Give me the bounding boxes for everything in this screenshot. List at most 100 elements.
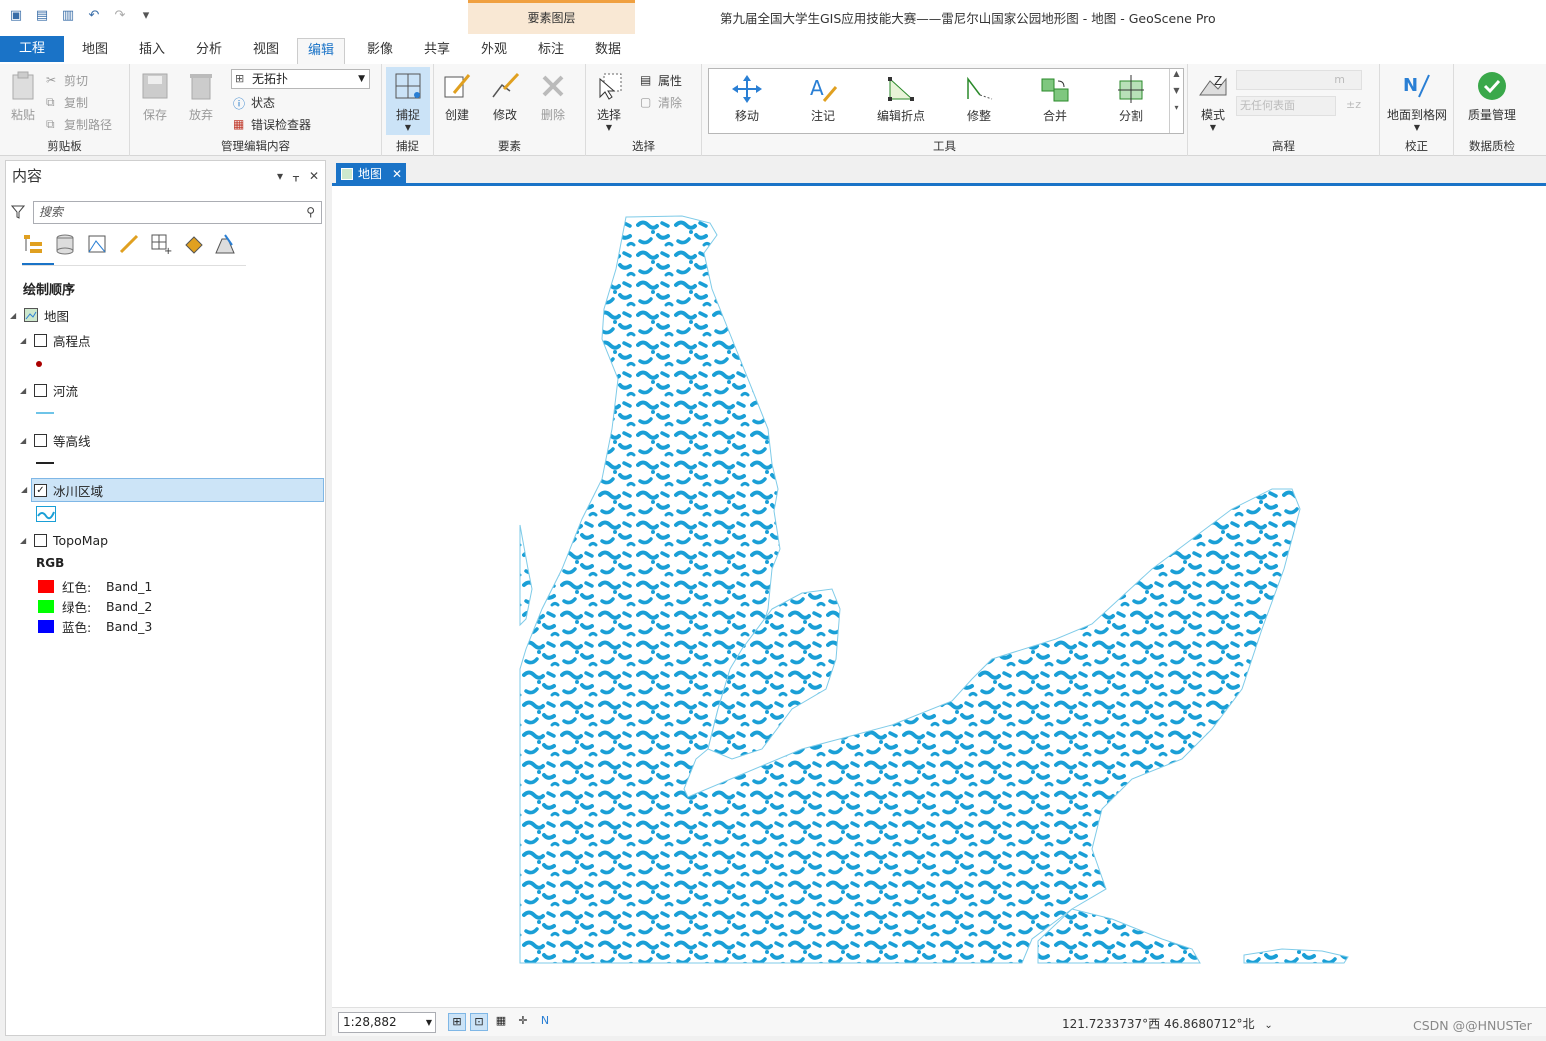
list-by-source-icon[interactable] bbox=[54, 233, 76, 255]
tab-insert[interactable]: 插入 bbox=[129, 38, 175, 64]
filter-icon[interactable] bbox=[11, 205, 25, 219]
topology-dropdown[interactable]: 无拓扑 ▼ ⊞ bbox=[231, 69, 370, 89]
glacier-map[interactable] bbox=[332, 189, 1546, 1007]
tab-data[interactable]: 数据 bbox=[585, 38, 631, 64]
chevron-up-icon[interactable]: ▲ bbox=[1170, 69, 1183, 78]
elevation-value-input[interactable]: m bbox=[1236, 70, 1362, 90]
layer-row[interactable]: ◢ 河流 bbox=[20, 379, 78, 401]
list-by-snapping-icon[interactable]: + bbox=[150, 233, 172, 257]
info-icon: ⓘ bbox=[233, 97, 246, 111]
layer-visibility-checkbox[interactable] bbox=[34, 533, 47, 547]
expand-triangle-icon[interactable]: ◢ bbox=[20, 386, 28, 395]
list-by-perspective-icon[interactable] bbox=[214, 233, 236, 255]
chevron-down-icon: ▼ bbox=[358, 74, 365, 84]
quality-management-button[interactable]: 质量管理 bbox=[1460, 70, 1524, 123]
merge-tool[interactable]: 合并 bbox=[1033, 75, 1077, 124]
crosshair-icon[interactable]: ✛ bbox=[514, 1013, 532, 1031]
layer-visibility-checkbox[interactable] bbox=[34, 383, 47, 397]
paste-button[interactable]: 粘贴 bbox=[0, 70, 46, 123]
surface-dropdown[interactable]: 无任何表面 bbox=[1236, 96, 1336, 116]
gallery-scroll[interactable]: ▲ ▼ ▾ bbox=[1169, 69, 1183, 133]
create-label: 创建 bbox=[444, 108, 469, 122]
tab-project[interactable]: 工程 bbox=[0, 36, 64, 62]
save-project-icon[interactable]: ▥ bbox=[60, 8, 76, 24]
delete-button[interactable]: 删除 bbox=[530, 70, 576, 123]
expand-triangle-icon[interactable]: ◢ bbox=[20, 436, 28, 445]
tab-labeling[interactable]: 标注 bbox=[528, 38, 574, 64]
edit-vertices-tool[interactable]: 编辑折点 bbox=[873, 75, 929, 124]
layer-row[interactable]: ◢ TopoMap bbox=[20, 529, 108, 551]
pane-menu-icon[interactable]: ▾ bbox=[277, 161, 283, 191]
open-project-icon[interactable]: ▤ bbox=[34, 8, 50, 24]
split-tool[interactable]: 分割 bbox=[1109, 75, 1153, 124]
band-row: 红色: Band_1 bbox=[38, 575, 152, 597]
layer-row[interactable]: ◢ 高程点 bbox=[20, 329, 91, 351]
constraints-icon[interactable]: ▦ bbox=[492, 1013, 510, 1031]
pin-icon[interactable]: ᚁ bbox=[293, 161, 299, 191]
glacier-polygons[interactable] bbox=[519, 215, 1349, 964]
scale-dropdown[interactable]: 1:28,882 ▼ bbox=[338, 1012, 436, 1033]
map-icon bbox=[24, 308, 38, 322]
tab-imagery[interactable]: 影像 bbox=[357, 38, 403, 64]
chevron-down-icon[interactable]: ▼ bbox=[1170, 86, 1183, 95]
discard-edits-button[interactable]: 放弃 bbox=[178, 70, 224, 123]
chevron-down-icon[interactable]: ⌄ bbox=[1264, 1020, 1272, 1031]
expand-triangle-icon[interactable]: ◢ bbox=[20, 536, 28, 545]
undo-icon[interactable]: ↶ bbox=[86, 8, 102, 24]
cut-button[interactable]: ✂ 剪切 bbox=[46, 70, 88, 90]
status-button[interactable]: ⓘ 状态 bbox=[233, 92, 275, 112]
tab-map[interactable]: 地图 bbox=[72, 38, 118, 64]
tab-analysis[interactable]: 分析 bbox=[186, 38, 232, 64]
tab-view[interactable]: 视图 bbox=[243, 38, 289, 64]
create-button[interactable]: 创建 bbox=[434, 70, 480, 123]
reshape-tool[interactable]: 修整 bbox=[957, 75, 1001, 124]
list-by-selection-icon[interactable] bbox=[86, 233, 108, 255]
customize-qat-icon[interactable]: ▾ bbox=[138, 8, 154, 24]
layer-row[interactable]: ◢ 等高线 bbox=[20, 429, 91, 451]
clear-selection-button[interactable]: ▢ 清除 bbox=[640, 92, 682, 112]
group-elevation: Z 模式 ▼ m 无任何表面 ±z 高程 bbox=[1188, 64, 1380, 156]
snapping-toggle-icon[interactable]: ⊞ bbox=[448, 1013, 466, 1031]
map-tab[interactable]: 地图 ✕ bbox=[336, 163, 406, 186]
map-canvas[interactable] bbox=[332, 189, 1546, 1007]
attributes-button[interactable]: ▤ 属性 bbox=[640, 70, 682, 90]
expand-triangle-icon[interactable]: ◢ bbox=[20, 336, 28, 345]
expand-triangle-icon[interactable]: ◢ bbox=[10, 311, 18, 320]
layer-row-selected[interactable]: ✓ 冰川区域 bbox=[31, 478, 324, 502]
set-z-icon[interactable]: ±z bbox=[1346, 98, 1361, 111]
error-inspector-button[interactable]: ▦ 错误检查器 bbox=[233, 114, 311, 134]
chevron-down-icon[interactable]: ▼ bbox=[426, 1013, 432, 1032]
save-edits-button[interactable]: 保存 bbox=[132, 70, 178, 123]
copy-path-button[interactable]: ⧉ 复制路径 bbox=[46, 114, 112, 134]
list-by-editing-icon[interactable] bbox=[118, 233, 140, 255]
contents-search-input[interactable]: 搜索 ⚲ bbox=[33, 201, 322, 224]
modify-button[interactable]: 修改 bbox=[482, 70, 528, 123]
snapping-button[interactable]: 捕捉 ▼ bbox=[386, 67, 430, 135]
grid-toggle-icon[interactable]: ⊡ bbox=[470, 1013, 488, 1031]
move-tool[interactable]: 移动 bbox=[725, 75, 769, 124]
close-icon[interactable]: ✕ bbox=[392, 163, 402, 185]
list-by-drawing-order-icon[interactable] bbox=[22, 233, 44, 255]
select-button[interactable]: 选择 ▼ bbox=[586, 70, 632, 132]
layer-visibility-checkbox[interactable] bbox=[34, 333, 47, 347]
tab-share[interactable]: 共享 bbox=[414, 38, 460, 64]
copy-button[interactable]: ⧉ 复制 bbox=[46, 92, 88, 112]
quick-access-toolbar: ▣ ▤ ▥ ↶ ↷ ▾ bbox=[8, 8, 154, 24]
tab-edit[interactable]: 编辑 bbox=[297, 38, 346, 64]
annotate-tool[interactable]: A 注记 bbox=[801, 75, 845, 124]
close-icon[interactable]: ✕ bbox=[309, 161, 319, 191]
ground-to-grid-button[interactable]: N 地面到格网 ▼ bbox=[1386, 70, 1448, 132]
map-node[interactable]: ◢ 地图 bbox=[10, 304, 69, 326]
expand-triangle-icon[interactable]: ◢ bbox=[21, 485, 27, 494]
tab-appearance[interactable]: 外观 bbox=[471, 38, 517, 64]
expand-gallery-icon[interactable]: ▾ bbox=[1170, 103, 1183, 112]
scale-value: 1:28,882 bbox=[343, 1015, 397, 1029]
elevation-mode-button[interactable]: Z 模式 ▼ bbox=[1190, 70, 1236, 132]
search-icon[interactable]: ⚲ bbox=[306, 202, 315, 223]
correction-icon[interactable]: N bbox=[536, 1013, 554, 1031]
redo-icon[interactable]: ↷ bbox=[112, 8, 128, 24]
list-by-labeling-icon[interactable] bbox=[182, 233, 204, 255]
layer-visibility-checkbox[interactable] bbox=[34, 433, 47, 447]
layer-visibility-checkbox[interactable]: ✓ bbox=[34, 483, 47, 497]
new-project-icon[interactable]: ▣ bbox=[8, 8, 24, 24]
